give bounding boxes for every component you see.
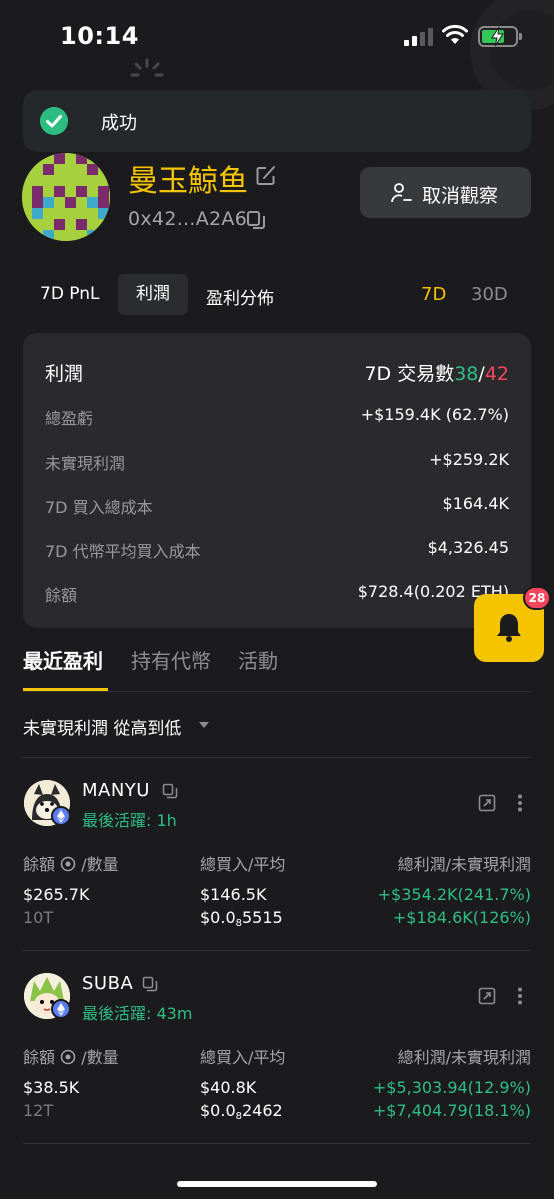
avg-price-digits: 5515 [242, 908, 283, 927]
wallet-address: 0x42...A2A6 [128, 208, 248, 230]
avg-price-prefix: $0.0 [200, 908, 236, 927]
total-pnl-label: 總盈虧 [45, 409, 94, 428]
ethereum-chain-icon [51, 999, 71, 1019]
balance-column-header: 餘額 /數量 [23, 1044, 119, 1068]
unwatch-button[interactable]: 取消觀察 [360, 167, 531, 218]
trade-win-count: 38 [454, 363, 479, 385]
sort-dropdown[interactable]: 未實現利潤 從高到低 [23, 714, 181, 739]
wallet-name: 曼玉鯨鱼 [128, 164, 248, 199]
balance-column-header: 餘額 /數量 [23, 851, 119, 875]
tab-holdings[interactable]: 持有代幣 [131, 645, 211, 674]
token-quantity: 12T [23, 1101, 54, 1120]
status-time: 10:14 [60, 22, 139, 50]
tab-recent-profit[interactable]: 最近盈利 [23, 645, 103, 674]
bell-icon [497, 614, 521, 642]
range-30d[interactable]: 30D [471, 284, 508, 305]
unrealized-label: 未實現利潤 [45, 454, 126, 473]
battery-icon [478, 26, 522, 47]
token-avg-price: $0.082462 [200, 1101, 283, 1122]
total-pnl-value: +$159.4K (62.7%) [360, 405, 509, 424]
edit-icon[interactable] [256, 164, 276, 186]
token-unrealized-pnl: +$184.6K(126%) [392, 908, 531, 927]
pnl-column-header: 總利潤/未實現利潤 [397, 1048, 531, 1067]
last-active: 最後活躍: 1h [82, 811, 177, 830]
info-circle-icon[interactable] [60, 1049, 76, 1065]
token-avg-price: $0.085515 [200, 908, 283, 929]
copy-icon[interactable] [162, 783, 178, 799]
more-vertical-icon[interactable] [517, 987, 523, 1005]
user-minus-icon [391, 183, 412, 203]
divider [23, 1143, 531, 1144]
token-balance: $265.7K [23, 885, 90, 904]
signal-icon [404, 28, 434, 46]
bought-column-header: 總買入/平均 [200, 1048, 286, 1067]
divider [23, 757, 531, 758]
avg-cost-value: $4,326.45 [427, 538, 509, 557]
token-bought: $40.8K [200, 1078, 257, 1097]
copy-icon[interactable] [246, 210, 266, 230]
notification-count-badge: 28 [523, 586, 551, 610]
profit-summary-card: 利潤 7D 交易數38/42 總盈虧 +$159.4K (62.7%) 未實現利… [23, 333, 531, 628]
balance-header-label: 餘額 [23, 1048, 56, 1067]
token-quantity: 10T [23, 908, 54, 927]
avatar[interactable] [22, 153, 110, 241]
pnl-column-header: 總利潤/未實現利潤 [397, 855, 531, 874]
trade-count-label: 7D 交易數 [364, 363, 455, 385]
avg-price-digits: 2462 [242, 1101, 283, 1120]
token-name: SUBA [82, 973, 134, 994]
success-toast: 成功 [23, 90, 531, 152]
tab-7d-pnl[interactable]: 7D PnL [40, 284, 100, 304]
check-circle-icon [40, 107, 68, 135]
qty-header-label: /數量 [81, 1048, 119, 1067]
trade-loss-count: 42 [484, 363, 509, 385]
range-7d[interactable]: 7D [421, 284, 446, 305]
tab-profit-distribution[interactable]: 盈利分佈 [206, 284, 274, 309]
token-total-pnl: +$5,303.94(12.9%) [372, 1078, 531, 1097]
buy-cost-value: $164.4K [442, 494, 509, 513]
avg-price-prefix: $0.0 [200, 1101, 236, 1120]
home-indicator[interactable] [177, 1181, 377, 1187]
ethereum-chain-icon [51, 806, 71, 826]
card-title: 利潤 [45, 363, 84, 385]
last-active: 最後活躍: 43m [82, 1004, 193, 1023]
toast-message: 成功 [101, 113, 137, 134]
qty-header-label: /數量 [81, 855, 119, 874]
token-bought: $146.5K [200, 885, 267, 904]
bought-column-header: 總買入/平均 [200, 855, 286, 874]
external-link-icon[interactable] [478, 987, 496, 1005]
trade-count: 7D 交易數38/42 [364, 359, 509, 386]
tab-activity[interactable]: 活動 [238, 645, 278, 674]
loading-spinner-icon [130, 58, 164, 77]
token-total-pnl: +$354.2K(241.7%) [377, 885, 531, 904]
divider [23, 691, 531, 692]
more-vertical-icon[interactable] [517, 794, 523, 812]
balance-label: 餘額 [45, 586, 78, 605]
token-name: MANYU [82, 780, 150, 801]
external-link-icon[interactable] [478, 794, 496, 812]
caret-down-icon[interactable] [199, 722, 209, 728]
unrealized-value: +$259.2K [429, 450, 509, 469]
unwatch-label: 取消觀察 [422, 185, 499, 207]
info-circle-icon[interactable] [60, 856, 76, 872]
avg-cost-label: 7D 代幣平均買入成本 [45, 542, 201, 561]
buy-cost-label: 7D 買入總成本 [45, 498, 153, 517]
balance-header-label: 餘額 [23, 855, 56, 874]
tab-profit[interactable]: 利潤 [118, 274, 188, 315]
wifi-icon [442, 24, 468, 44]
divider [23, 950, 531, 951]
copy-icon[interactable] [142, 976, 158, 992]
token-balance: $38.5K [23, 1078, 80, 1097]
token-unrealized-pnl: +$7,404.79(18.1%) [372, 1101, 531, 1120]
